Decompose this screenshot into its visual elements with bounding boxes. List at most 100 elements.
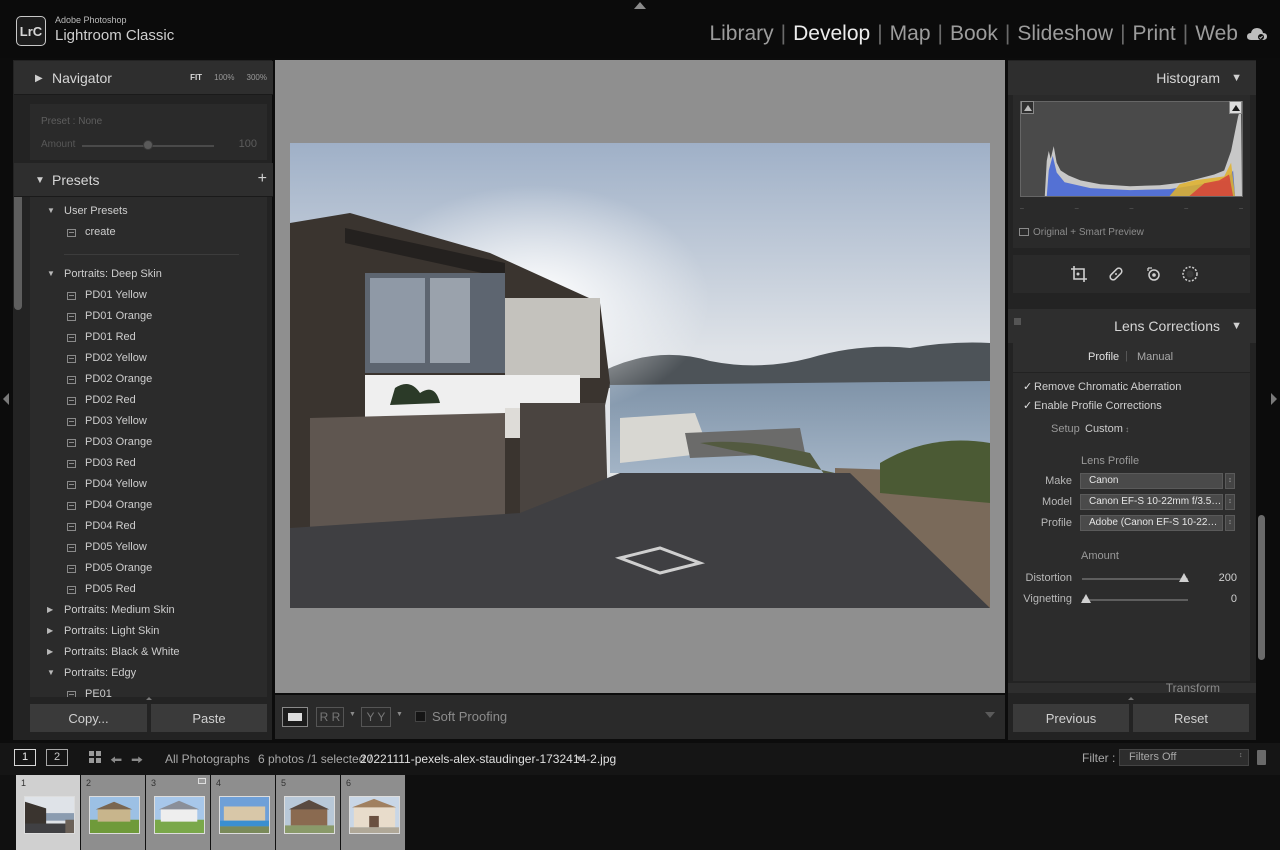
source-label[interactable]: All Photographs	[165, 752, 250, 766]
vignetting-slider-track[interactable]	[1082, 599, 1188, 601]
tab-manual[interactable]: Manual	[1137, 351, 1173, 363]
shadow-clipping-icon[interactable]	[1021, 101, 1034, 114]
zoom-fit[interactable]: FIT	[190, 73, 202, 82]
module-print[interactable]: Print	[1133, 22, 1176, 46]
top-panel-toggle-icon[interactable]	[634, 2, 646, 9]
next-panel-header[interactable]: Transform	[1008, 683, 1256, 693]
vignetting-value[interactable]: 0	[1197, 593, 1237, 605]
filter-lock-icon[interactable]	[1257, 750, 1266, 765]
module-web[interactable]: Web	[1195, 22, 1238, 46]
amount-slider-thumb[interactable]	[143, 140, 153, 150]
expand-triangle-icon[interactable]: ▶	[35, 73, 43, 84]
cloud-sync-icon[interactable]	[1246, 26, 1268, 42]
collapse-triangle-icon[interactable]: ▼	[35, 175, 45, 186]
filter-select[interactable]: Filters Off	[1119, 749, 1249, 766]
presets-title: Presets	[52, 172, 100, 188]
folder-expanded-icon[interactable]: ▼	[47, 668, 55, 677]
tab-profile[interactable]: Profile	[1088, 351, 1119, 363]
reset-button[interactable]: Reset	[1133, 704, 1249, 732]
folder-collapsed-icon[interactable]: ▶	[47, 626, 53, 635]
thumbnail[interactable]	[89, 796, 140, 834]
canvas-toolbar: R R ▼ Y Y ▼ Soft Proofing	[275, 695, 1005, 739]
distortion-slider-thumb[interactable]	[1179, 573, 1189, 582]
soft-proofing-checkbox[interactable]	[415, 711, 426, 722]
filmstrip-cell[interactable]: 3	[146, 775, 210, 850]
collapse-triangle-icon[interactable]: ▼	[1231, 320, 1242, 332]
distortion-slider-track[interactable]	[1082, 578, 1188, 580]
thumbnail[interactable]	[219, 796, 270, 834]
folder-expanded-icon[interactable]: ▼	[47, 269, 55, 278]
highlight-clipping-icon[interactable]	[1229, 101, 1242, 114]
stepper-icon[interactable]: ↕	[1225, 473, 1235, 489]
back-arrow-icon[interactable]: 🠨	[110, 750, 122, 775]
crop-icon[interactable]	[1069, 264, 1089, 284]
model-select[interactable]: Canon EF-S 10-22mm f/3.5-4...	[1080, 494, 1223, 510]
left-panel-toggle-icon[interactable]	[3, 393, 9, 405]
filmstrip-cell[interactable]: 4	[211, 775, 275, 850]
add-preset-icon[interactable]: +	[258, 170, 267, 188]
grid-icon[interactable]	[89, 751, 102, 764]
folder-expanded-icon[interactable]: ▼	[47, 206, 55, 215]
stepper-icon[interactable]: ↕	[1239, 752, 1243, 759]
panel-toggle-switch[interactable]	[1014, 318, 1021, 325]
secondary-window-button[interactable]: 2	[46, 749, 68, 766]
module-slideshow[interactable]: Slideshow	[1017, 22, 1113, 46]
folder-collapsed-icon[interactable]: ▶	[47, 605, 53, 614]
toolbar-content-menu-icon[interactable]	[985, 712, 995, 718]
filmstrip-cell[interactable]: 1	[16, 775, 80, 850]
spot-heal-icon[interactable]	[1106, 264, 1126, 284]
enable-profile-corrections-checkbox[interactable]: ✓ Enable Profile Corrections	[1023, 399, 1162, 412]
collapse-triangle-icon[interactable]: ▼	[1231, 72, 1242, 84]
soft-proofing-label[interactable]: Soft Proofing	[432, 709, 507, 724]
profile-select[interactable]: Adobe (Canon EF-S 10-22mm...	[1080, 515, 1223, 531]
thumbnail[interactable]	[284, 796, 335, 834]
thumbnail[interactable]	[24, 796, 75, 834]
module-develop[interactable]: Develop	[793, 22, 870, 46]
before-after-tb-button[interactable]: Y Y	[361, 707, 391, 727]
paste-button[interactable]: Paste	[151, 704, 267, 732]
zoom-100[interactable]: 100%	[214, 73, 234, 82]
smart-preview-status[interactable]: Original + Smart Preview	[1019, 227, 1144, 238]
lens-corrections-header[interactable]: Lens Corrections ▼	[1008, 309, 1256, 343]
thumbnail[interactable]	[349, 796, 400, 834]
module-separator: |	[877, 22, 883, 45]
vignetting-slider-thumb[interactable]	[1081, 594, 1091, 603]
thumbnail[interactable]	[154, 796, 205, 834]
module-map[interactable]: Map	[890, 22, 931, 46]
right-panel-scrollbar[interactable]	[1258, 515, 1265, 660]
loupe-view-icon[interactable]	[282, 707, 308, 727]
copy-button[interactable]: Copy...	[30, 704, 147, 732]
stepper-icon[interactable]: ↕	[1225, 515, 1235, 531]
previous-button[interactable]: Previous	[1013, 704, 1129, 732]
main-window-button[interactable]: 1	[14, 749, 36, 766]
red-eye-icon[interactable]	[1144, 264, 1164, 284]
filmstrip-cell[interactable]: 2	[81, 775, 145, 850]
histogram-header[interactable]: Histogram ▼	[1008, 61, 1256, 95]
right-panel-toggle-icon[interactable]	[1271, 393, 1277, 405]
presets-header[interactable]: ▼ Presets +	[14, 163, 273, 197]
distortion-value[interactable]: 200	[1197, 572, 1237, 584]
zoom-300[interactable]: 300%	[247, 73, 267, 82]
photo-preview[interactable]	[290, 143, 990, 608]
amount-title: Amount	[1081, 550, 1119, 562]
folder-collapsed-icon[interactable]: ▶	[47, 647, 53, 656]
make-select[interactable]: Canon	[1080, 473, 1223, 489]
stepper-icon[interactable]: ↕	[1225, 494, 1235, 510]
before-after-lr-button[interactable]: R R	[316, 707, 344, 727]
histogram-graph[interactable]	[1020, 101, 1243, 197]
chevron-down-icon[interactable]: ▼	[349, 711, 356, 718]
module-separator: |	[937, 22, 943, 45]
remove-chromatic-aberration-checkbox[interactable]: ✓ Remove Chromatic Aberration	[1023, 380, 1181, 393]
chevron-down-icon[interactable]: ▼	[575, 754, 583, 763]
resize-handle-icon[interactable]	[146, 697, 152, 700]
masking-icon[interactable]	[1180, 264, 1200, 284]
chevron-down-icon[interactable]: ▼	[396, 711, 403, 718]
forward-arrow-icon[interactable]: 🠪	[131, 750, 143, 775]
setup-dropdown[interactable]: Custom	[1085, 423, 1129, 435]
module-library[interactable]: Library	[709, 22, 773, 46]
navigator-header[interactable]: ▶ Navigator FIT 100% 300%	[14, 61, 273, 95]
resize-handle-icon[interactable]	[1128, 697, 1134, 700]
filmstrip-cell[interactable]: 5	[276, 775, 340, 850]
filmstrip-cell[interactable]: 6	[341, 775, 405, 850]
module-book[interactable]: Book	[950, 22, 998, 46]
